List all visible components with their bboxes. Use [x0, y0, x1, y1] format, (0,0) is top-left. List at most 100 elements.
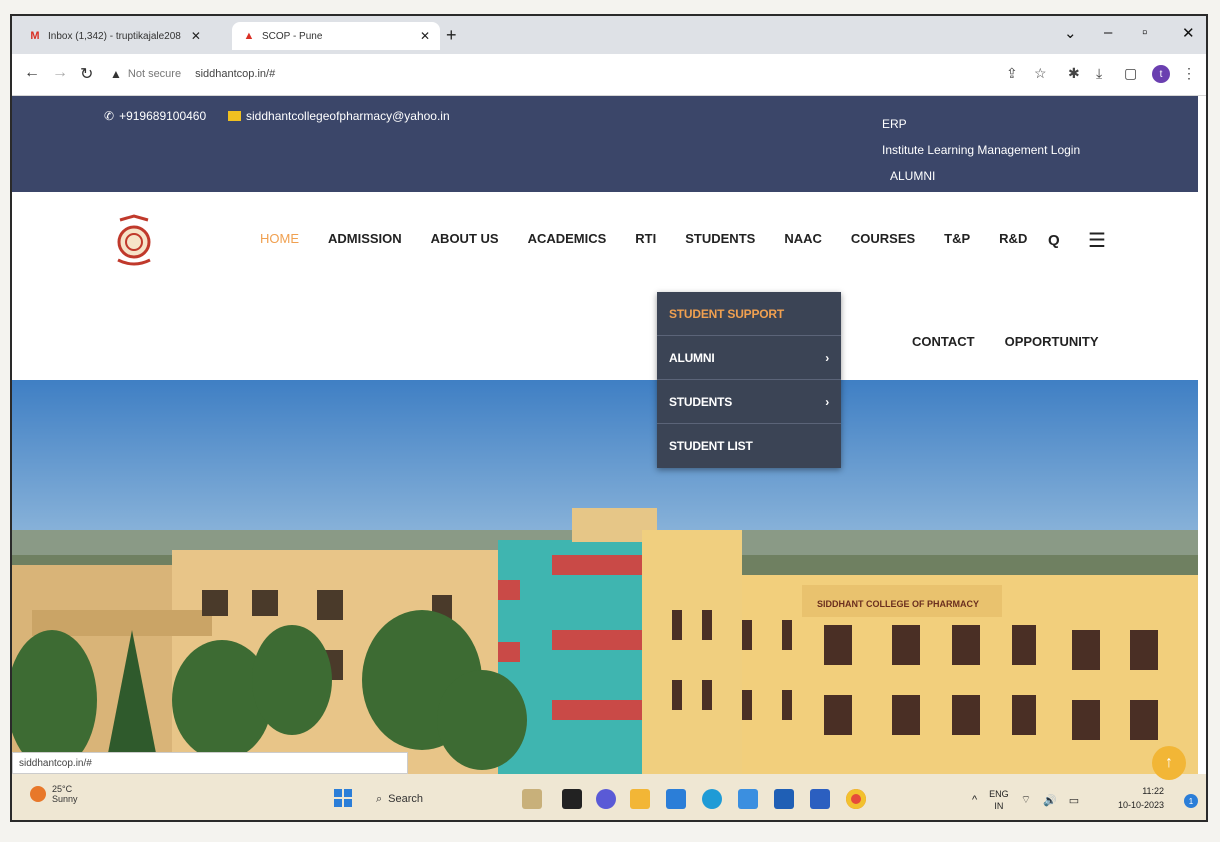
- phone-icon: ✆: [104, 109, 115, 123]
- nav-students[interactable]: STUDENTS: [685, 231, 755, 246]
- nav-naac[interactable]: NAAC: [784, 231, 822, 246]
- contact-email[interactable]: siddhantcollegeofpharmacy@yahoo.in: [228, 109, 450, 123]
- weather-widget[interactable]: 25°C Sunny: [30, 784, 78, 804]
- store-icon[interactable]: [738, 789, 758, 809]
- tab-search-icon[interactable]: ⌄: [1064, 24, 1077, 42]
- bookmark-star-icon[interactable]: ☆: [1034, 65, 1047, 82]
- contact-phone[interactable]: ✆ +919689100460: [104, 109, 206, 123]
- scroll-to-top-button[interactable]: ↑: [1152, 746, 1186, 780]
- nav-admission[interactable]: ADMISSION: [328, 231, 402, 246]
- nav-contact[interactable]: CONTACT: [912, 334, 975, 349]
- site-favicon-icon: ▲: [243, 30, 255, 42]
- security-label: Not secure: [127, 68, 182, 80]
- profile-avatar[interactable]: t: [1152, 65, 1170, 83]
- extensions-icon[interactable]: ✱: [1068, 65, 1080, 82]
- maximize-icon[interactable]: ▫: [1142, 24, 1147, 41]
- chrome-icon[interactable]: [846, 789, 866, 809]
- dropdown-item-student-list[interactable]: STUDENT LIST: [657, 424, 841, 468]
- building-sign: SIDDHANT COLLEGE OF PHARMACY: [817, 599, 979, 609]
- nav-rti[interactable]: RTI: [635, 231, 656, 246]
- weather-desc: Sunny: [52, 794, 78, 804]
- taskbar-search-label: Search: [388, 793, 424, 805]
- search-icon: ⌕: [376, 792, 383, 805]
- status-url-bubble: siddhantcop.in/#: [12, 752, 408, 774]
- volume-icon[interactable]: 🔊: [1043, 794, 1057, 807]
- notification-badge[interactable]: 1: [1184, 794, 1198, 808]
- share-icon[interactable]: ⇪: [1006, 65, 1018, 82]
- mail-icon: [228, 111, 241, 121]
- close-window-icon[interactable]: ✕: [1182, 24, 1195, 42]
- search-icon[interactable]: Q: [1048, 232, 1060, 249]
- dropdown-item-student-support[interactable]: STUDENT SUPPORT: [657, 292, 841, 336]
- language-indicator[interactable]: ENG IN: [989, 788, 1009, 812]
- chat-icon[interactable]: [596, 789, 616, 809]
- browser-tab-strip: M Inbox (1,342) - truptikajale208 ✕ ▲ SC…: [12, 16, 1206, 54]
- start-windows-icon[interactable]: [334, 789, 352, 807]
- main-nav: HOME ADMISSION ABOUT US ACADEMICS RTI ST…: [260, 231, 1056, 246]
- dropdown-item-label: ALUMNI: [669, 350, 715, 365]
- word-icon[interactable]: [810, 789, 830, 809]
- sidepanel-icon[interactable]: ▢: [1124, 65, 1137, 82]
- site-topbar: ✆ +919689100460 siddhantcollegeofpharmac…: [12, 96, 1198, 192]
- chevron-right-icon: ›: [825, 350, 829, 365]
- battery-icon[interactable]: ▭: [1069, 794, 1079, 807]
- topbar-links: ERP Institute Learning Management Login …: [882, 111, 1080, 189]
- new-tab-icon[interactable]: +: [446, 25, 457, 46]
- site-header: HOME ADMISSION ABOUT US ACADEMICS RTI ST…: [12, 192, 1198, 384]
- link-alumni[interactable]: ALUMNI: [882, 163, 1080, 189]
- dropdown-item-label: STUDENT SUPPORT: [669, 306, 785, 321]
- reload-icon[interactable]: ↻: [80, 64, 93, 84]
- back-icon[interactable]: ←: [24, 64, 40, 82]
- dropdown-item-alumni[interactable]: ALUMNI ›: [657, 336, 841, 380]
- nav-tp[interactable]: T&P: [944, 231, 970, 246]
- nav-about-us[interactable]: ABOUT US: [431, 231, 499, 246]
- warning-icon: ▲: [110, 67, 122, 81]
- hero-banner: SIDDHANT COLLEGE OF PHARMACY: [12, 380, 1198, 784]
- calculator-icon[interactable]: [774, 789, 794, 809]
- tab-scop-title: SCOP - Pune: [262, 30, 323, 42]
- clock-date: 10-10-2023: [1118, 800, 1165, 810]
- dropdown-item-label: STUDENTS: [669, 394, 733, 409]
- hamburger-menu-icon[interactable]: ☰: [1088, 228, 1106, 253]
- download-icon[interactable]: ⤓: [1096, 65, 1102, 82]
- students-dropdown: STUDENT SUPPORT ALUMNI › STUDENTS › STUD…: [657, 292, 841, 468]
- lang-top: ENG: [989, 789, 1009, 799]
- clock-time: 11:22: [1142, 786, 1165, 796]
- gmail-icon: M: [30, 30, 40, 42]
- link-erp[interactable]: ERP: [882, 111, 1080, 137]
- nav-courses[interactable]: COURSES: [851, 231, 915, 246]
- app-l-icon[interactable]: [666, 789, 686, 809]
- college-logo[interactable]: [110, 214, 158, 270]
- minimize-icon[interactable]: –: [1104, 24, 1112, 41]
- nav-opportunity[interactable]: OPPORTUNITY: [1005, 334, 1099, 349]
- url-text: siddhantcop.in/#: [195, 68, 276, 80]
- task-view-icon[interactable]: [562, 789, 582, 809]
- taskbar: 25°C Sunny ⌕ Search ^ ENG IN ⌔ 🔊 ▭ 11:22…: [12, 774, 1206, 820]
- clock[interactable]: 11:22 10-10-2023: [1118, 784, 1164, 812]
- url-field[interactable]: ▲ Not secure siddhantcop.in/#: [110, 62, 990, 86]
- system-tray: ^ ENG IN ⌔ 🔊 ▭: [972, 788, 1079, 812]
- file-explorer-icon[interactable]: [630, 789, 650, 809]
- nav-rd[interactable]: R&D: [999, 231, 1027, 246]
- tab-inbox[interactable]: M Inbox (1,342) - truptikajale208 ✕: [18, 22, 228, 50]
- chevron-up-icon[interactable]: ^: [972, 794, 977, 806]
- dropdown-item-students[interactable]: STUDENTS ›: [657, 380, 841, 424]
- taskbar-search[interactable]: ⌕ Search: [370, 787, 500, 811]
- wifi-icon[interactable]: ⌔: [1021, 793, 1031, 807]
- link-lms-login[interactable]: Institute Learning Management Login: [882, 137, 1080, 163]
- nav-academics[interactable]: ACADEMICS: [528, 231, 607, 246]
- tab-scop[interactable]: ▲ SCOP - Pune ✕: [232, 22, 440, 50]
- widget-app-icon[interactable]: [522, 789, 542, 809]
- edge-icon[interactable]: [702, 789, 722, 809]
- nav-row-2: CONTACT OPPORTUNITY: [912, 334, 1099, 349]
- close-icon[interactable]: ✕: [191, 29, 201, 43]
- chevron-right-icon: ›: [825, 394, 829, 409]
- menu-kebab-icon[interactable]: ⋮: [1182, 65, 1196, 82]
- nav-home[interactable]: HOME: [260, 231, 299, 246]
- forward-icon[interactable]: →: [52, 64, 68, 82]
- address-bar: ← → ↻ ▲ Not secure siddhantcop.in/# ⇪ ☆ …: [12, 54, 1206, 96]
- tab-inbox-title: Inbox (1,342) - truptikajale208: [48, 30, 181, 42]
- dropdown-item-label: STUDENT LIST: [669, 439, 753, 453]
- close-icon[interactable]: ✕: [420, 29, 430, 43]
- email-address: siddhantcollegeofpharmacy@yahoo.in: [246, 109, 450, 123]
